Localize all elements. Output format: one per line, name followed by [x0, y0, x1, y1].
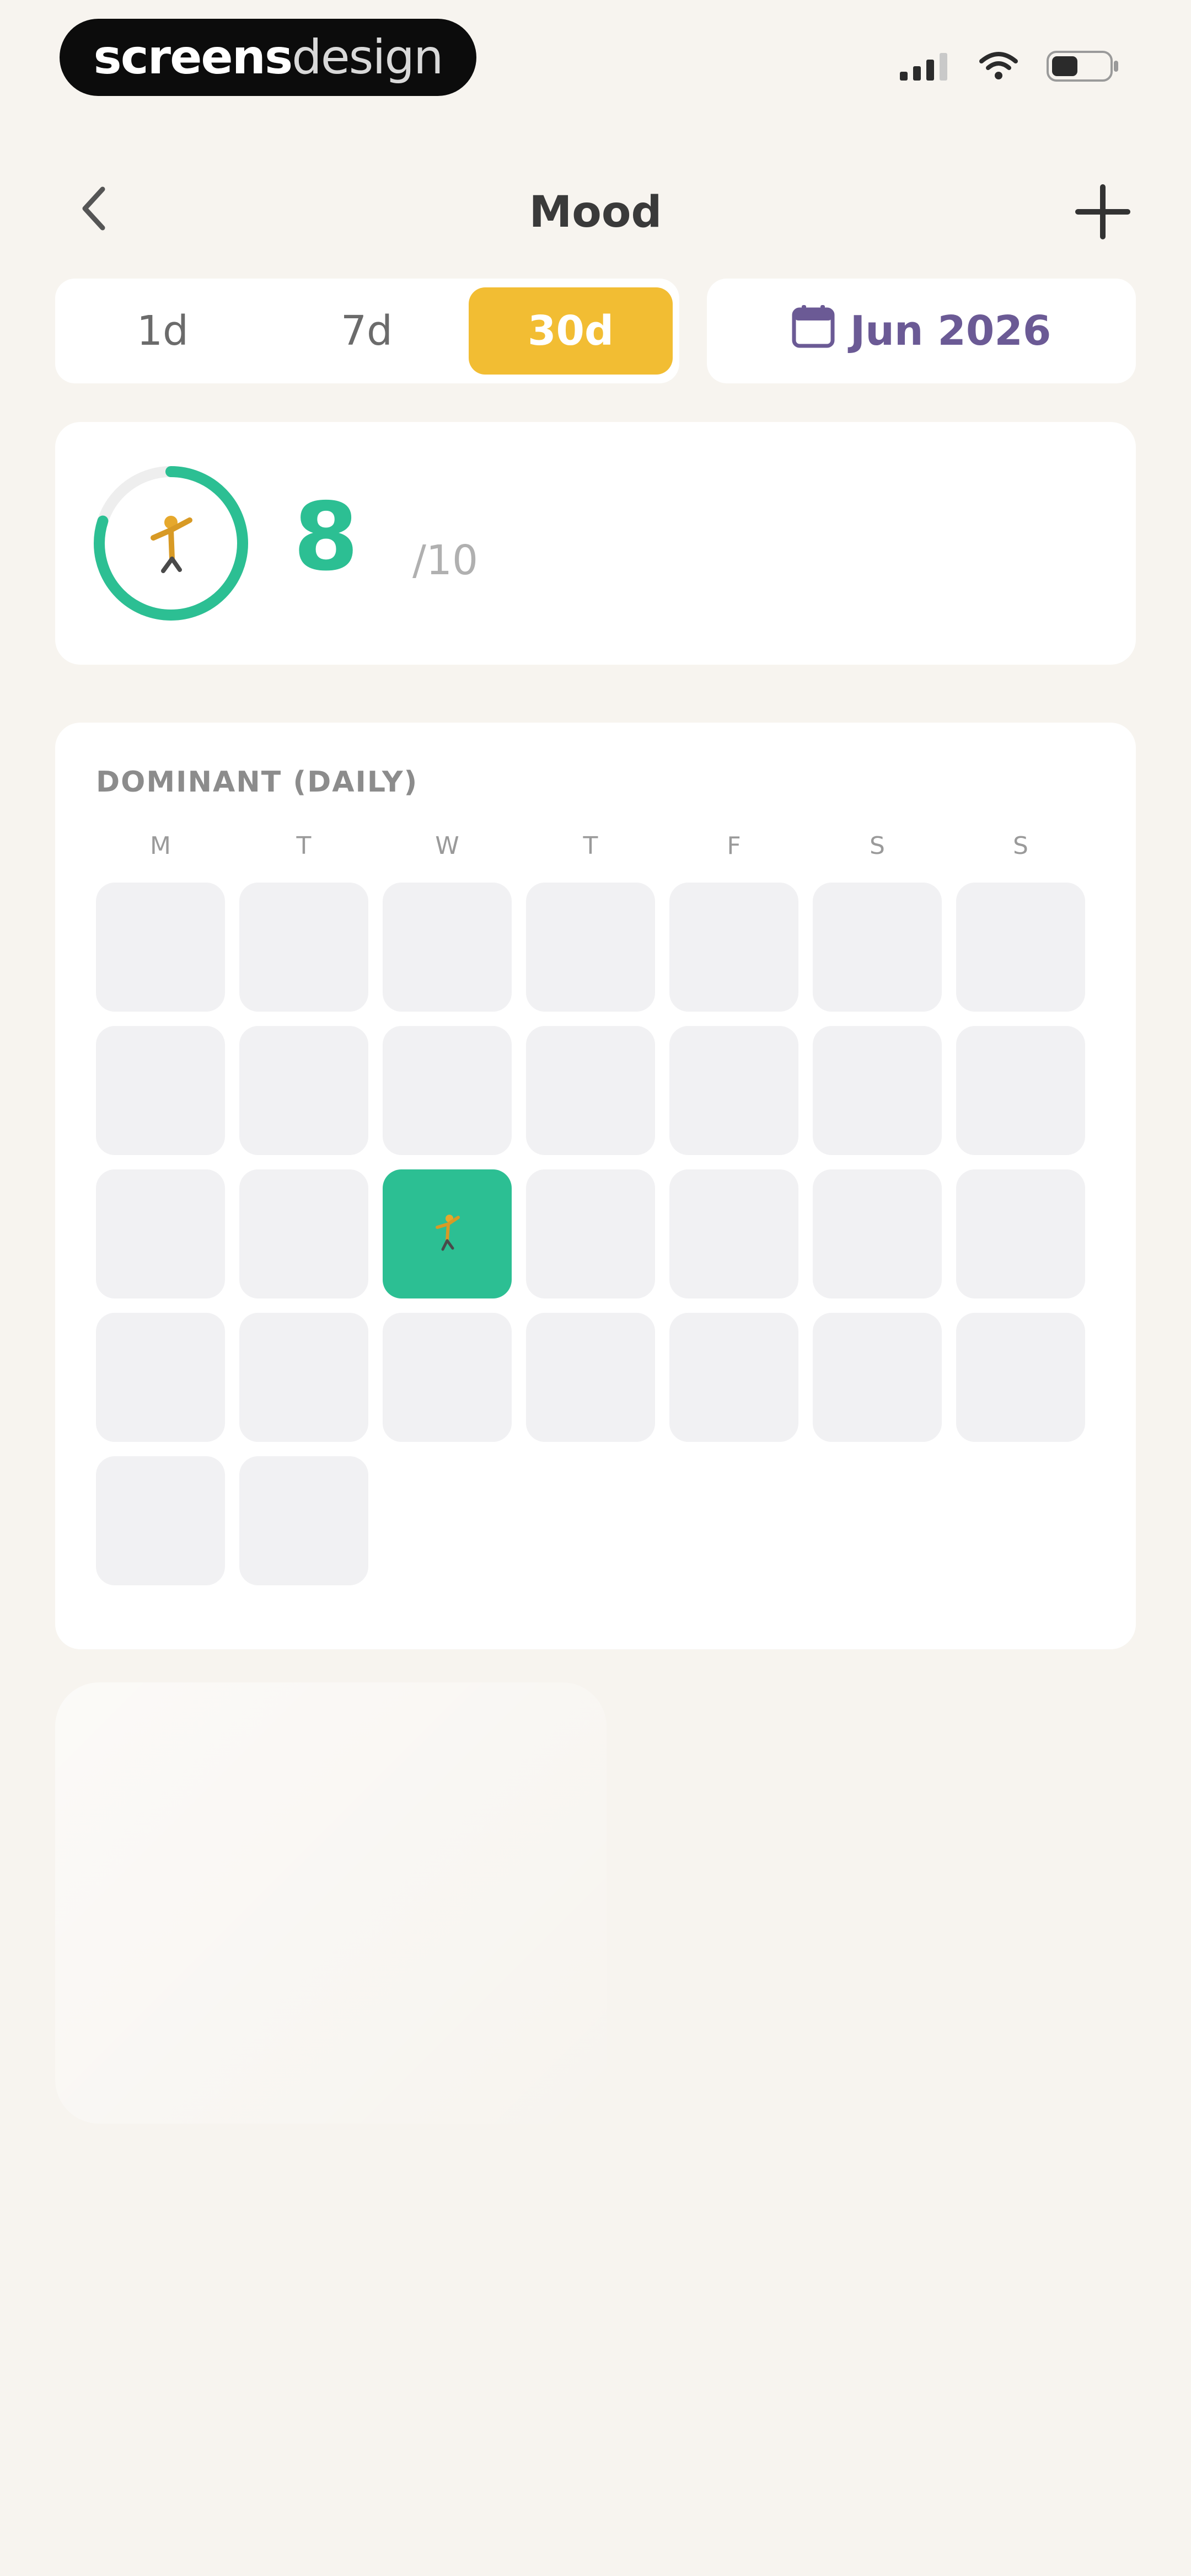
day-cell-with-mood[interactable] — [383, 1169, 512, 1298]
tab-7d[interactable]: 7d — [265, 287, 469, 375]
weekday-label: M — [150, 832, 171, 860]
background-glow — [55, 1682, 607, 2124]
range-tabs: 1d 7d 30d — [55, 279, 679, 383]
weekday-label: W — [435, 832, 459, 860]
day-cell[interactable] — [96, 1026, 225, 1155]
brand-logo: screens design — [60, 19, 476, 96]
weekday-label: S — [870, 832, 885, 860]
day-cell[interactable] — [526, 1313, 655, 1442]
day-cell[interactable] — [813, 1169, 942, 1298]
nav-bar: Mood — [0, 165, 1191, 254]
mood-figure-icon — [151, 516, 192, 573]
day-cell[interactable] — [813, 1313, 942, 1442]
day-cell[interactable] — [526, 1169, 655, 1298]
day-cell[interactable] — [813, 1026, 942, 1155]
day-cell[interactable] — [96, 1456, 225, 1585]
weekday-label: T — [583, 832, 598, 860]
day-cell[interactable] — [383, 1313, 512, 1442]
section-label: DOMINANT (DAILY) — [96, 766, 419, 799]
wifi-icon — [979, 51, 1018, 83]
month-selector[interactable]: Jun 2026 — [707, 279, 1136, 383]
dominant-daily-card: DOMINANT (DAILY) M T W T F S S — [55, 723, 1136, 1649]
day-cell[interactable] — [956, 1169, 1085, 1298]
day-cell[interactable] — [96, 1313, 225, 1442]
day-cell[interactable] — [669, 1169, 798, 1298]
battery-icon — [1047, 50, 1119, 85]
day-cell[interactable] — [96, 883, 225, 1012]
day-cell[interactable] — [383, 883, 512, 1012]
day-cell[interactable] — [956, 1313, 1085, 1442]
mood-figure-icon — [436, 1215, 460, 1251]
score-ring — [94, 466, 248, 621]
day-cell[interactable] — [96, 1169, 225, 1298]
day-cell[interactable] — [239, 1456, 368, 1585]
day-cell[interactable] — [669, 1313, 798, 1442]
tab-30d[interactable]: 30d — [469, 287, 673, 375]
tab-1d[interactable]: 1d — [61, 287, 265, 375]
signal-icon — [900, 52, 951, 83]
add-entry-button[interactable] — [1070, 180, 1136, 246]
day-cell[interactable] — [239, 1169, 368, 1298]
plus-icon — [1072, 181, 1133, 244]
day-cell[interactable] — [239, 1026, 368, 1155]
score-suffix: /10 — [412, 537, 479, 584]
day-cell[interactable] — [383, 1026, 512, 1155]
score-value: 8 — [293, 483, 359, 592]
weekday-label: S — [1013, 832, 1028, 860]
day-cell[interactable] — [956, 1026, 1085, 1155]
day-cell[interactable] — [956, 883, 1085, 1012]
day-cell[interactable] — [239, 1313, 368, 1442]
weekday-label: F — [727, 832, 741, 860]
month-label: Jun 2026 — [850, 307, 1051, 355]
brand-bold-text: screens — [93, 30, 293, 85]
brand-light-text: design — [292, 30, 443, 85]
status-bar: screens design — [0, 0, 1191, 121]
calendar-icon — [792, 304, 835, 358]
status-icons — [900, 50, 1119, 85]
day-cell[interactable] — [526, 883, 655, 1012]
day-cell[interactable] — [526, 1026, 655, 1155]
day-cell[interactable] — [813, 883, 942, 1012]
weekday-label: T — [296, 832, 312, 860]
day-cell[interactable] — [669, 1026, 798, 1155]
mood-score-card: 8 /10 — [55, 422, 1136, 665]
page-title: Mood — [529, 188, 662, 237]
day-cell[interactable] — [669, 883, 798, 1012]
day-cell[interactable] — [239, 883, 368, 1012]
